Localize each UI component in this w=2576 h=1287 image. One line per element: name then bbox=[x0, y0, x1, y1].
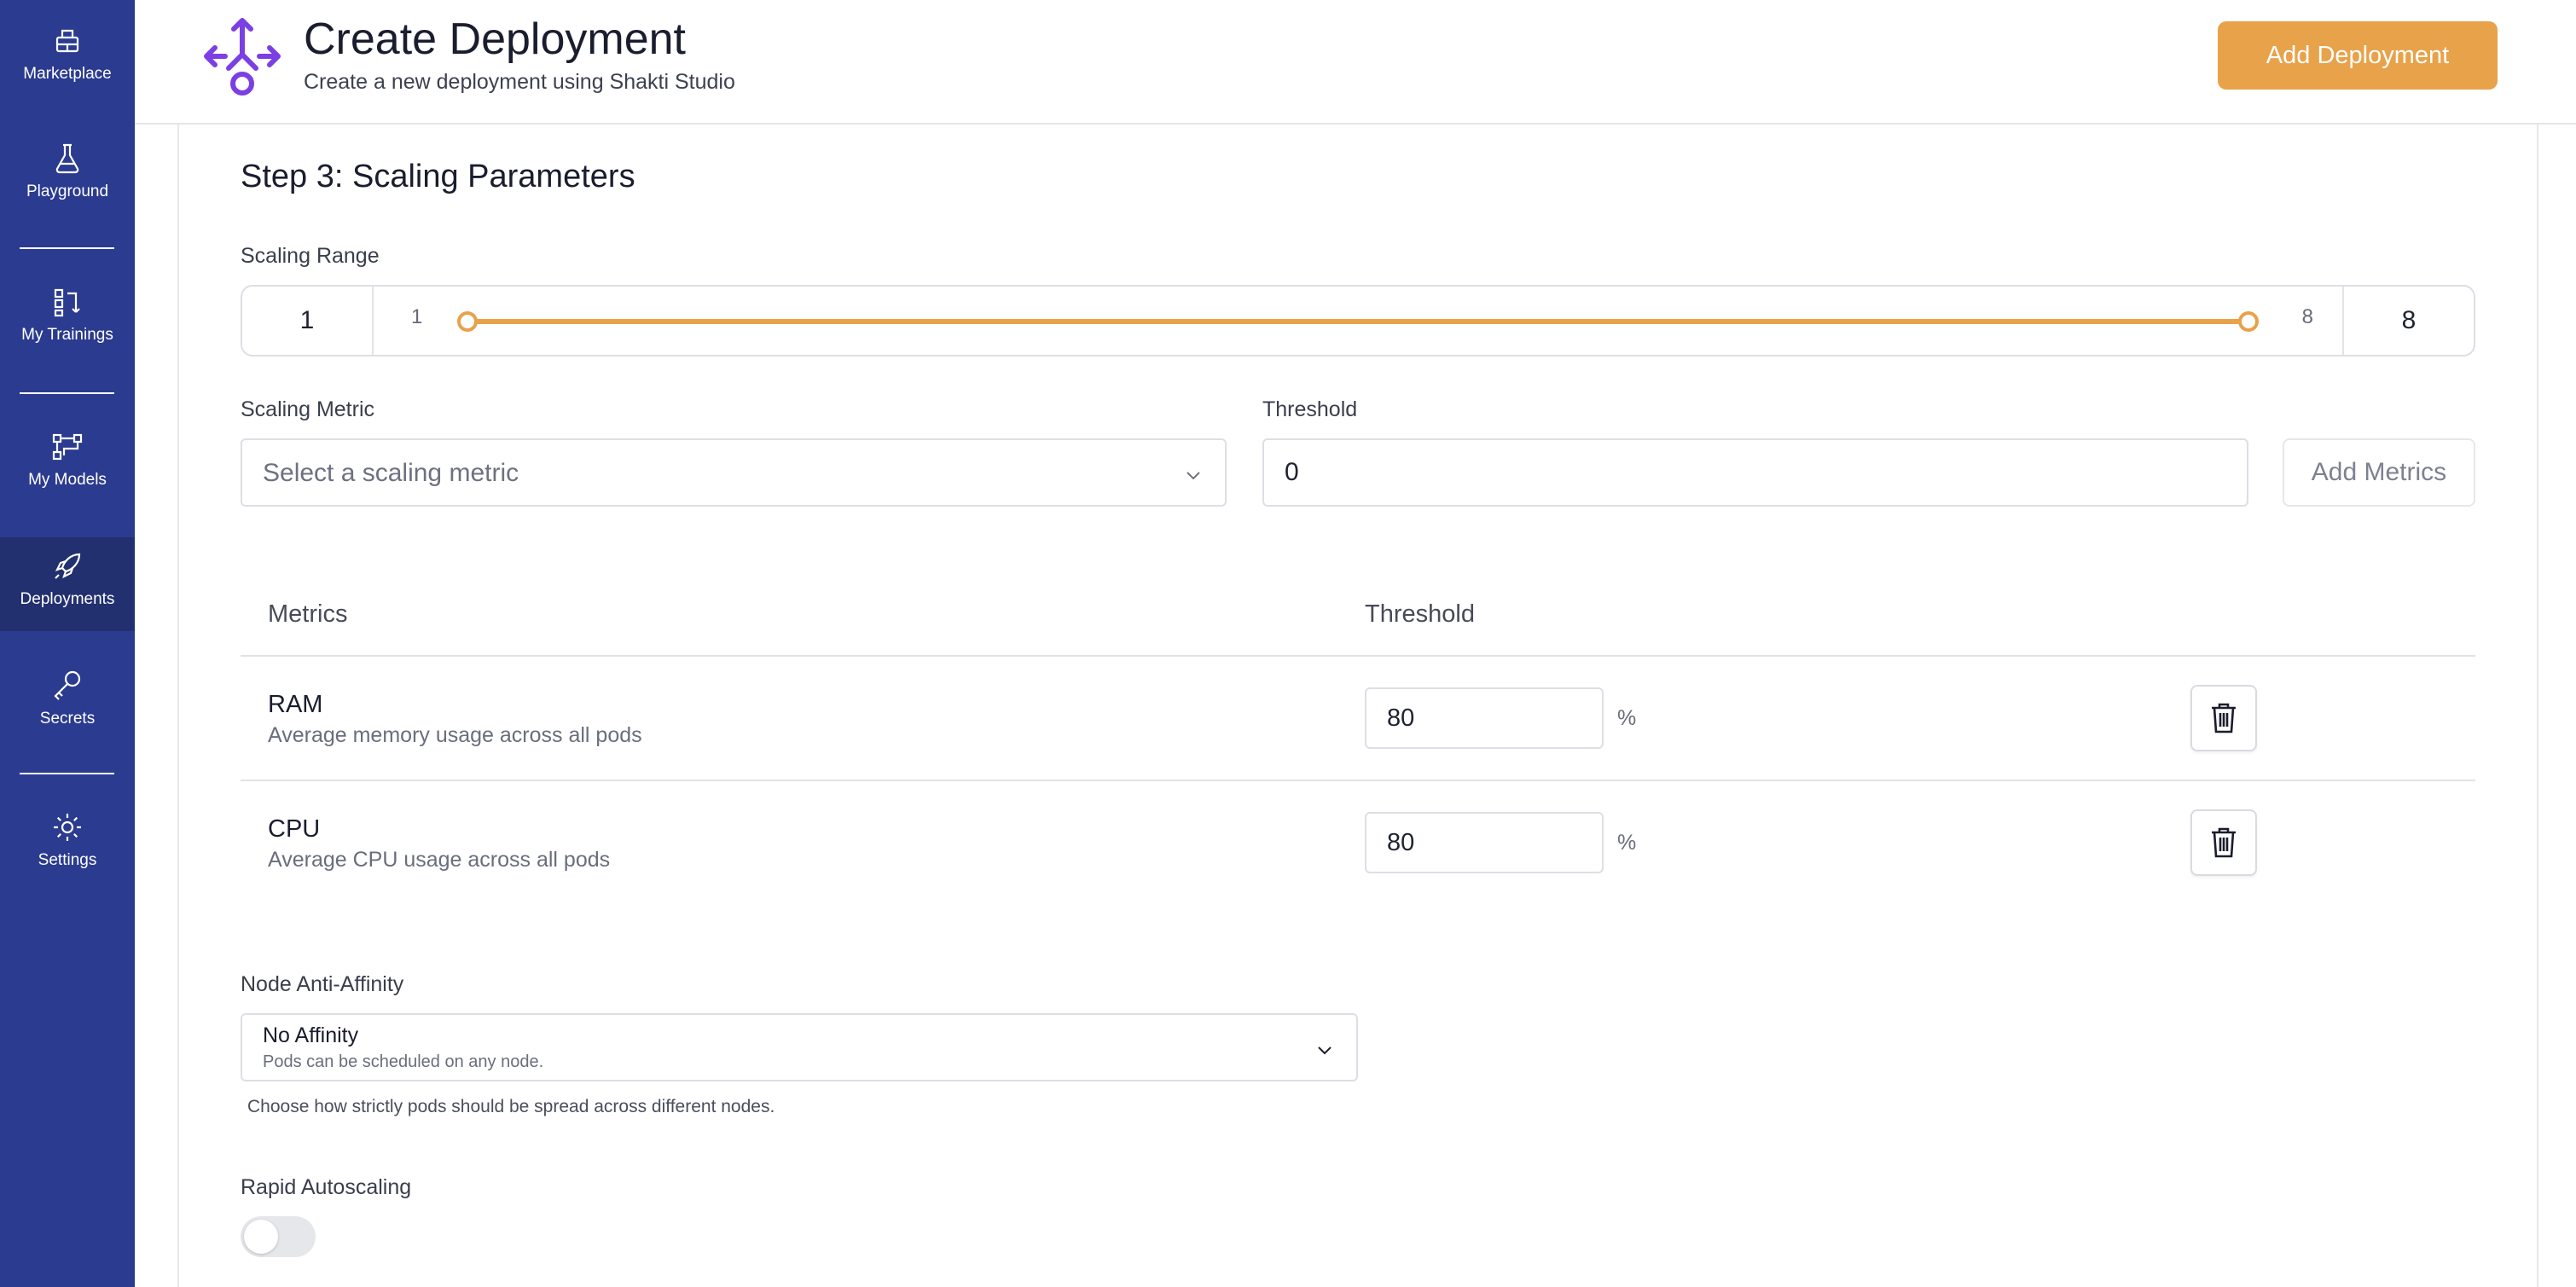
trainings-icon bbox=[54, 288, 80, 317]
sidebar-divider bbox=[20, 247, 114, 249]
sidebar-item-label: Settings bbox=[38, 851, 97, 869]
sidebar-item-my-models[interactable]: My Models bbox=[0, 428, 135, 505]
metric-threshold-input[interactable]: 80 bbox=[1365, 812, 1604, 873]
page-subtitle: Create a new deployment using Shakti Stu… bbox=[304, 70, 735, 94]
gear-icon bbox=[54, 814, 81, 841]
trash-icon bbox=[2212, 703, 2236, 733]
sidebar-item-marketplace[interactable]: Marketplace bbox=[0, 22, 135, 99]
metric-description: Average CPU usage across all pods bbox=[268, 848, 611, 872]
sidebar-item-label: My Trainings bbox=[21, 326, 113, 344]
chevron-down-icon bbox=[1318, 1046, 1332, 1055]
range-min-label: 1 bbox=[411, 305, 423, 328]
range-max-input[interactable]: 8 bbox=[2342, 287, 2474, 355]
toggle-knob bbox=[244, 1220, 278, 1254]
sidebar: Marketplace Playground My Trainings My M… bbox=[0, 0, 135, 1287]
table-divider bbox=[241, 655, 2475, 657]
sidebar-item-label: Playground bbox=[26, 183, 109, 200]
sidebar-item-deployments[interactable]: Deployments bbox=[0, 537, 135, 631]
rocket-icon bbox=[55, 553, 81, 579]
sidebar-item-label: Secrets bbox=[39, 710, 96, 728]
chevron-down-icon bbox=[1186, 472, 1200, 480]
sidebar-divider bbox=[20, 773, 114, 774]
scaling-metric-label: Scaling Metric bbox=[241, 397, 374, 421]
range-max-label: 8 bbox=[2301, 305, 2313, 328]
rapid-autoscaling-toggle[interactable] bbox=[241, 1216, 316, 1257]
metric-threshold-input[interactable]: 80 bbox=[1365, 687, 1604, 749]
sidebar-item-label: My Models bbox=[28, 471, 107, 489]
scaling-range-label: Scaling Range bbox=[241, 244, 380, 268]
step-title: Step 3: Scaling Parameters bbox=[241, 159, 635, 194]
models-icon bbox=[52, 433, 83, 461]
affinity-selected-title: No Affinity bbox=[263, 1023, 359, 1047]
affinity-help-text: Choose how strictly pods should be sprea… bbox=[247, 1097, 775, 1116]
threshold-column-header: Threshold bbox=[1365, 600, 1475, 628]
marketplace-icon bbox=[55, 29, 79, 53]
sidebar-item-playground[interactable]: Playground bbox=[0, 140, 135, 217]
scaling-metric-placeholder: Select a scaling metric bbox=[263, 459, 519, 487]
threshold-label: Threshold bbox=[1262, 397, 1358, 421]
trash-icon bbox=[2212, 827, 2236, 858]
delete-metric-button[interactable] bbox=[2190, 809, 2257, 876]
scaling-metric-select[interactable]: Select a scaling metric bbox=[241, 438, 1227, 507]
metric-name: CPU bbox=[268, 815, 321, 843]
node-anti-affinity-select[interactable]: No Affinity Pods can be scheduled on any… bbox=[241, 1013, 1358, 1081]
rapid-autoscaling-label: Rapid Autoscaling bbox=[241, 1175, 412, 1199]
add-metrics-button[interactable]: Add Metrics bbox=[2283, 438, 2475, 507]
sidebar-divider bbox=[20, 392, 114, 394]
range-min-handle[interactable] bbox=[457, 311, 478, 332]
metrics-column-header: Metrics bbox=[268, 600, 348, 628]
add-deployment-button[interactable]: Add Deployment bbox=[2218, 21, 2498, 90]
metric-unit: % bbox=[1617, 706, 1637, 730]
metric-description: Average memory usage across all pods bbox=[268, 723, 642, 747]
affinity-selected-subtitle: Pods can be scheduled on any node. bbox=[263, 1052, 544, 1071]
scaling-range-slider: 1 1 8 8 bbox=[241, 285, 2475, 357]
range-min-input[interactable]: 1 bbox=[242, 287, 374, 355]
sidebar-item-my-trainings[interactable]: My Trainings bbox=[0, 283, 135, 360]
metric-unit: % bbox=[1617, 831, 1637, 855]
metric-name: RAM bbox=[268, 691, 323, 718]
range-max-handle[interactable] bbox=[2238, 311, 2259, 332]
threshold-input[interactable]: 0 bbox=[1262, 438, 2248, 507]
delete-metric-button[interactable] bbox=[2190, 685, 2257, 751]
page-header: Create Deployment Create a new deploymen… bbox=[135, 0, 2576, 125]
range-track[interactable] bbox=[466, 319, 2250, 324]
page-title: Create Deployment bbox=[304, 14, 686, 64]
sidebar-item-settings[interactable]: Settings bbox=[0, 809, 135, 885]
table-divider bbox=[241, 780, 2475, 781]
main-content: Step 3: Scaling Parameters Scaling Range… bbox=[177, 125, 2538, 1287]
sidebar-item-label: Marketplace bbox=[23, 65, 112, 83]
deployment-logo-icon bbox=[204, 18, 281, 96]
node-anti-affinity-label: Node Anti-Affinity bbox=[241, 972, 404, 996]
flask-icon bbox=[55, 143, 79, 174]
sidebar-item-label: Deployments bbox=[20, 590, 115, 608]
key-icon bbox=[54, 670, 81, 700]
sidebar-item-secrets[interactable]: Secrets bbox=[0, 667, 135, 744]
